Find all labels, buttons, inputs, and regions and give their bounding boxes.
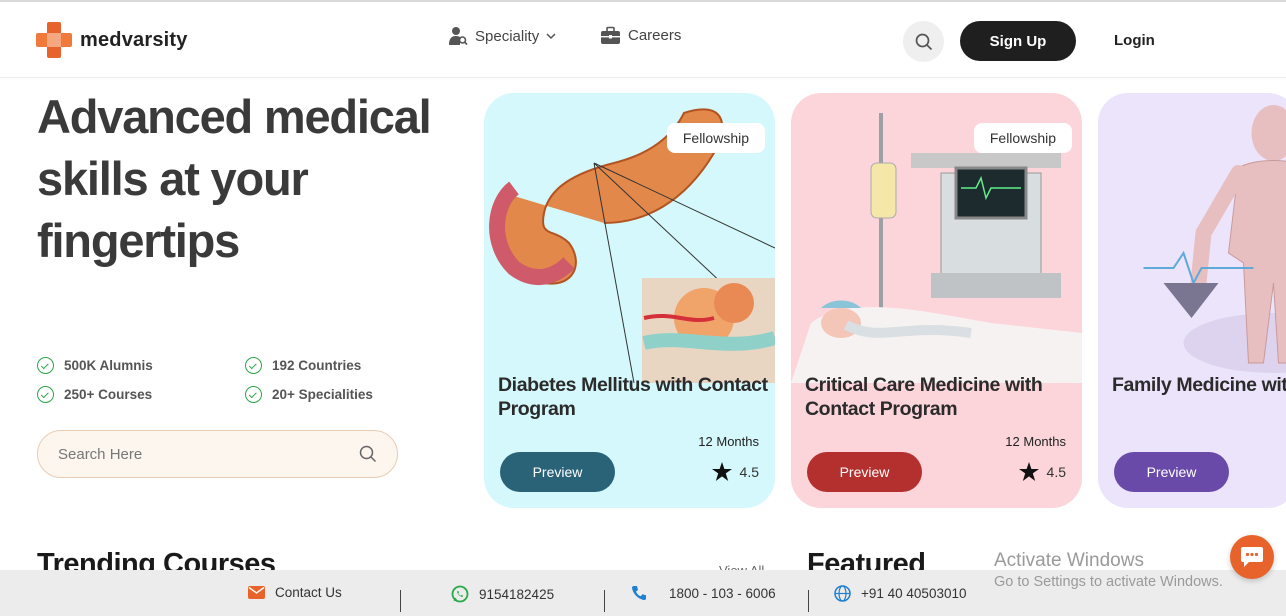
whatsapp-icon — [451, 585, 469, 603]
search-icon[interactable] — [359, 445, 377, 463]
check-circle-icon — [245, 386, 262, 403]
course-duration: 12 Months — [698, 434, 759, 449]
nav-speciality[interactable]: Speciality — [448, 26, 556, 46]
course-title: Diabetes Mellitus with Contact Program — [498, 374, 768, 420]
stat-label: 20+ Specialities — [272, 387, 373, 402]
international-phone-link[interactable]: +91 40 40503010 — [834, 585, 966, 602]
divider — [400, 590, 401, 612]
stat-item: 20+ Specialities — [245, 386, 415, 403]
course-card-critical-care[interactable]: Fellowship Critical Care Medicine with C… — [791, 93, 1082, 508]
check-circle-icon — [37, 386, 54, 403]
nav-careers-label: Careers — [628, 27, 682, 44]
divider — [808, 590, 809, 612]
globe-icon — [834, 585, 851, 602]
preview-button[interactable]: Preview — [500, 452, 615, 492]
logo-cross-icon — [36, 22, 72, 58]
briefcase-icon — [601, 26, 620, 44]
human-body-illustration — [1143, 105, 1286, 373]
hero-search-box — [37, 430, 398, 478]
course-badge: Fellowship — [973, 123, 1072, 153]
course-badge: Fellowship — [666, 123, 765, 153]
star-icon — [1018, 462, 1039, 481]
signup-button[interactable]: Sign Up — [960, 21, 1076, 61]
windows-activation-watermark: Activate Windows Go to Settings to activ… — [994, 550, 1223, 590]
course-rating: 4.5 — [1018, 462, 1066, 481]
course-card-family-medicine[interactable]: Family Medicine with Contact Program Pre… — [1098, 93, 1286, 508]
contact-us-link[interactable]: Contact Us — [248, 585, 342, 600]
divider — [604, 590, 605, 612]
hero-stats: 500K Alumnis 192 Countries 250+ Courses … — [37, 357, 417, 403]
course-title: Family Medicine with Contact Program — [1112, 374, 1286, 396]
stat-label: 192 Countries — [272, 358, 362, 373]
chat-launcher-button[interactable] — [1230, 535, 1274, 579]
rating-value: 4.5 — [1046, 463, 1066, 480]
logo-text: medvarsity — [80, 28, 188, 51]
contact-us-label: Contact Us — [275, 585, 342, 600]
stat-label: 500K Alumnis — [64, 358, 153, 373]
chevron-down-icon — [546, 33, 556, 40]
course-rating: 4.5 — [711, 462, 759, 481]
phone-icon — [631, 586, 646, 601]
course-duration: 12 Months — [1005, 434, 1066, 449]
nav-speciality-label: Speciality — [475, 27, 540, 45]
hero-headline: Advanced medical skills at your fingerti… — [37, 90, 432, 267]
page: medvarsity Speciality Careers Sign Up Lo… — [0, 0, 1286, 616]
login-link[interactable]: Login — [1114, 32, 1155, 49]
preview-button[interactable]: Preview — [1114, 452, 1229, 492]
stat-label: 250+ Courses — [64, 387, 153, 402]
whatsapp-number: 9154182425 — [479, 586, 555, 602]
stat-item: 250+ Courses — [37, 386, 245, 403]
doctor-search-icon — [449, 27, 468, 46]
logo[interactable]: medvarsity — [36, 22, 188, 58]
course-card-diabetes[interactable]: Fellowship Diabetes Mellitus with Contac… — [484, 93, 775, 508]
check-circle-icon — [245, 357, 262, 374]
preview-button[interactable]: Preview — [807, 452, 922, 492]
search-icon — [915, 33, 932, 50]
watermark-subtitle: Go to Settings to activate Windows. — [994, 574, 1223, 590]
chat-bubble-icon — [1241, 547, 1263, 567]
watermark-title: Activate Windows — [994, 550, 1144, 571]
course-title: Critical Care Medicine with Contact Prog… — [805, 374, 1043, 420]
rating-value: 4.5 — [739, 463, 759, 480]
phone-number: 1800 - 103 - 6006 — [669, 585, 776, 601]
check-circle-icon — [37, 357, 54, 374]
stat-item: 500K Alumnis — [37, 357, 245, 374]
site-header: medvarsity Speciality Careers Sign Up Lo… — [0, 2, 1286, 78]
header-search-button[interactable] — [903, 21, 944, 62]
international-number: +91 40 40503010 — [861, 586, 967, 601]
star-icon — [711, 462, 732, 481]
phone-link[interactable]: 1800 - 103 - 6006 — [631, 585, 776, 601]
hero-search-input[interactable] — [58, 445, 359, 463]
whatsapp-link[interactable]: 9154182425 — [451, 585, 554, 603]
stat-item: 192 Countries — [245, 357, 415, 374]
nav-careers[interactable]: Careers — [600, 26, 681, 45]
mail-icon — [248, 586, 265, 599]
